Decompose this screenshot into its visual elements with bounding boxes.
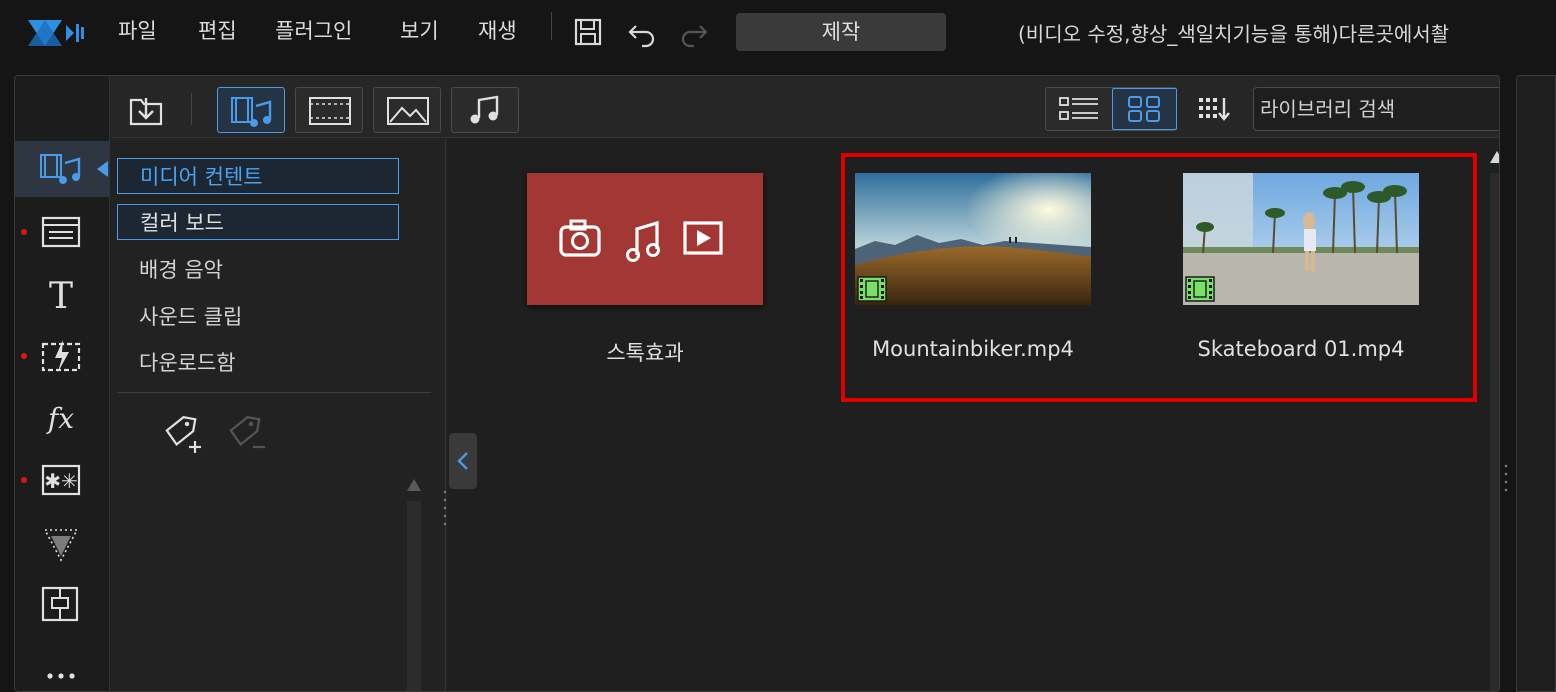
text-icon: T	[49, 276, 73, 314]
menu-view[interactable]: 보기	[400, 16, 439, 46]
toolbar-divider	[191, 93, 192, 125]
grid-view-button[interactable]	[1112, 88, 1177, 130]
rail-text-room[interactable]: T	[15, 266, 110, 322]
stock-effects-thumbnail	[527, 173, 763, 305]
chevron-left-icon	[457, 452, 468, 470]
menu-edit[interactable]: 편집	[198, 16, 237, 46]
notification-dot	[21, 353, 27, 359]
view-mode-toggle	[1045, 87, 1177, 131]
camera-icon	[559, 219, 601, 257]
app-logo-icon	[28, 20, 84, 46]
particle-icon: ✱✳	[41, 464, 81, 496]
content-scroll-up-arrow[interactable]	[1490, 151, 1499, 163]
collapse-tree-button[interactable]	[449, 433, 477, 489]
menu-divider	[551, 12, 552, 40]
rail-fade-room[interactable]	[15, 514, 110, 570]
library-search	[1253, 87, 1499, 131]
filter-all-media-button[interactable]	[217, 87, 285, 133]
content-scrollbar[interactable]	[1490, 173, 1499, 691]
list-view-button[interactable]	[1046, 88, 1111, 130]
media-room-icon	[40, 154, 81, 184]
rail-transition-room[interactable]	[15, 328, 110, 384]
menu-playback[interactable]: 재생	[478, 16, 517, 46]
project-title: (비디오 수정,향상_색일치기능을 통해)다른곳에서촬	[1018, 22, 1450, 46]
tree-divider	[117, 392, 431, 393]
sort-icon[interactable]	[1195, 94, 1231, 124]
titles-room-icon	[41, 216, 81, 248]
rail-active-caret	[97, 161, 108, 177]
redo-icon[interactable]	[678, 16, 710, 48]
list-view-icon	[1059, 97, 1098, 120]
menu-bar: 파일 편집 플러그인 보기 재생 제작 (비디오 수정,향상_색일치기능을 통해…	[0, 0, 1556, 66]
remove-tag-icon[interactable]	[223, 411, 269, 459]
svg-text:fx: fx	[46, 402, 74, 435]
category-tree: 미디어 컨텐트 컬러 보드 배경 음악 사운드 클립 다운로드함	[111, 139, 446, 691]
pip-icon	[41, 586, 79, 622]
all-media-icon	[231, 97, 272, 127]
more-icon	[47, 673, 75, 679]
library-content: 스톡효과 Mountainbiker.mp4 Skateboard 01.mp4	[447, 139, 1499, 691]
rail-media-room[interactable]	[15, 141, 110, 197]
highlight-annotation-box	[841, 153, 1477, 402]
undo-icon[interactable]	[626, 16, 658, 48]
tree-scrollbar[interactable]	[407, 501, 421, 691]
audio-icon	[470, 95, 499, 124]
image-icon	[387, 97, 429, 125]
library-panel: T fx ✱✳ 라이브러리 검색 미디어 컨텐트 컬러 보드 배경 음악 사운드…	[14, 75, 1500, 692]
fx-icon: fx	[46, 402, 74, 435]
rail-particle-room[interactable]: ✱✳	[15, 452, 110, 508]
panel-resize-grip-icon[interactable]	[1503, 462, 1509, 496]
category-downloads[interactable]: 다운로드함	[117, 345, 399, 381]
filter-video-button[interactable]	[295, 87, 363, 133]
category-background-music[interactable]: 배경 음악	[117, 252, 399, 288]
add-tag-icon[interactable]	[159, 411, 205, 459]
music-note-icon	[626, 220, 660, 262]
filter-audio-button[interactable]	[451, 87, 519, 133]
rail-fx-room[interactable]: fx	[15, 390, 110, 446]
library-toolbar	[111, 76, 1499, 138]
room-rail: T fx ✱✳	[15, 76, 110, 691]
notification-dot	[21, 229, 27, 235]
import-media-icon[interactable]	[127, 90, 167, 130]
category-media-content[interactable]: 미디어 컨텐트	[117, 158, 399, 194]
fade-icon	[43, 529, 79, 562]
produce-button[interactable]: 제작	[736, 13, 946, 51]
play-icon	[683, 221, 723, 255]
category-color-board[interactable]: 컬러 보드	[117, 204, 399, 240]
save-icon[interactable]	[572, 16, 604, 48]
rail-titles-room[interactable]	[15, 204, 110, 260]
video-icon	[309, 97, 351, 125]
stock-media-icons	[559, 219, 723, 262]
notification-dot	[21, 477, 27, 483]
search-input[interactable]	[1260, 92, 1499, 126]
menu-plugins[interactable]: 플러그인	[275, 16, 352, 46]
svg-text:✱✳: ✱✳	[44, 469, 78, 493]
menu-file[interactable]: 파일	[118, 16, 157, 46]
tree-scroll-up-arrow[interactable]	[407, 479, 421, 491]
filter-image-button[interactable]	[373, 87, 441, 133]
preview-panel-edge	[1516, 75, 1556, 692]
svg-text:T: T	[49, 276, 73, 314]
transition-icon	[41, 340, 81, 372]
rail-more[interactable]	[15, 638, 110, 691]
rail-pip-room[interactable]	[15, 576, 110, 632]
category-sound-clips[interactable]: 사운드 클립	[117, 299, 399, 335]
item-label: 스톡효과	[606, 341, 684, 365]
grid-view-icon	[1128, 96, 1160, 122]
